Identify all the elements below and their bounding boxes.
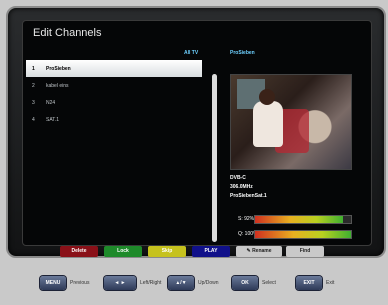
signal-strength-bar: [254, 215, 352, 224]
menu-help-text: Previous: [70, 280, 90, 286]
channel-name: N24: [46, 100, 56, 106]
lock-button[interactable]: Lock: [104, 246, 142, 257]
channel-list: 1 ProSieben 2 kabel eins 3 N24 4 SAT.1: [26, 60, 202, 128]
signal-type: DVB-C: [230, 175, 246, 181]
channel-name: kabel eins: [46, 83, 69, 89]
channel-number: 1: [32, 66, 35, 72]
up-down-key[interactable]: ▲/▼: [168, 276, 194, 290]
channel-number: 4: [32, 117, 35, 123]
channel-number: 3: [32, 100, 35, 106]
frequency: 306.0MHz: [230, 184, 253, 190]
rename-button[interactable]: ✎ Rename: [236, 246, 282, 257]
video-preview: [230, 74, 352, 170]
left-right-help-text: Left/Right: [140, 280, 162, 286]
ok-key[interactable]: OK: [232, 276, 258, 290]
preview-scene-person: [253, 101, 283, 147]
ok-help-text: Select: [262, 280, 276, 286]
play-button[interactable]: PLAY: [192, 246, 230, 257]
page-title: Edit Channels: [33, 27, 102, 39]
skip-button[interactable]: Skip: [148, 246, 186, 257]
channel-list-scrollbar[interactable]: [212, 74, 217, 242]
menu-key[interactable]: MENU: [40, 276, 66, 290]
channel-row[interactable]: 4 SAT.1: [26, 111, 202, 128]
left-right-arrows-icon: ◄ ►: [114, 280, 126, 286]
channel-info: DVB-C 306.0MHz ProSiebenSat.1: [230, 174, 267, 201]
signal-quality-fill: [255, 231, 351, 238]
up-down-help-text: Up/Down: [198, 280, 219, 286]
channel-row[interactable]: 2 kabel eins: [26, 77, 202, 94]
scrollbar-thumb[interactable]: [212, 74, 217, 242]
channel-name: ProSieben: [46, 66, 71, 72]
channel-filter-label[interactable]: All TV: [184, 50, 198, 56]
network-name: ProSiebenSat.1: [230, 193, 267, 199]
signal-quality-bar: [254, 230, 352, 239]
tv-frame: Edit Channels All TV ProSieben 1 ProSieb…: [6, 6, 386, 258]
left-right-key[interactable]: ◄ ►: [104, 276, 136, 290]
edit-icon: ✎: [246, 248, 251, 254]
signal-strength-label: S: 92%: [238, 216, 255, 222]
exit-help-text: Exit: [326, 280, 335, 286]
channel-name: SAT.1: [46, 117, 59, 123]
preview-channel-name: ProSieben: [230, 50, 255, 56]
channel-row[interactable]: 1 ProSieben: [26, 60, 202, 77]
channel-number: 2: [32, 83, 35, 89]
channel-row[interactable]: 3 N24: [26, 94, 202, 111]
signal-strength-fill: [255, 216, 344, 223]
preview-scene-head: [259, 89, 275, 105]
delete-button[interactable]: Delete: [60, 246, 98, 257]
find-button[interactable]: Find: [286, 246, 324, 257]
exit-key[interactable]: EXIT: [296, 276, 322, 290]
